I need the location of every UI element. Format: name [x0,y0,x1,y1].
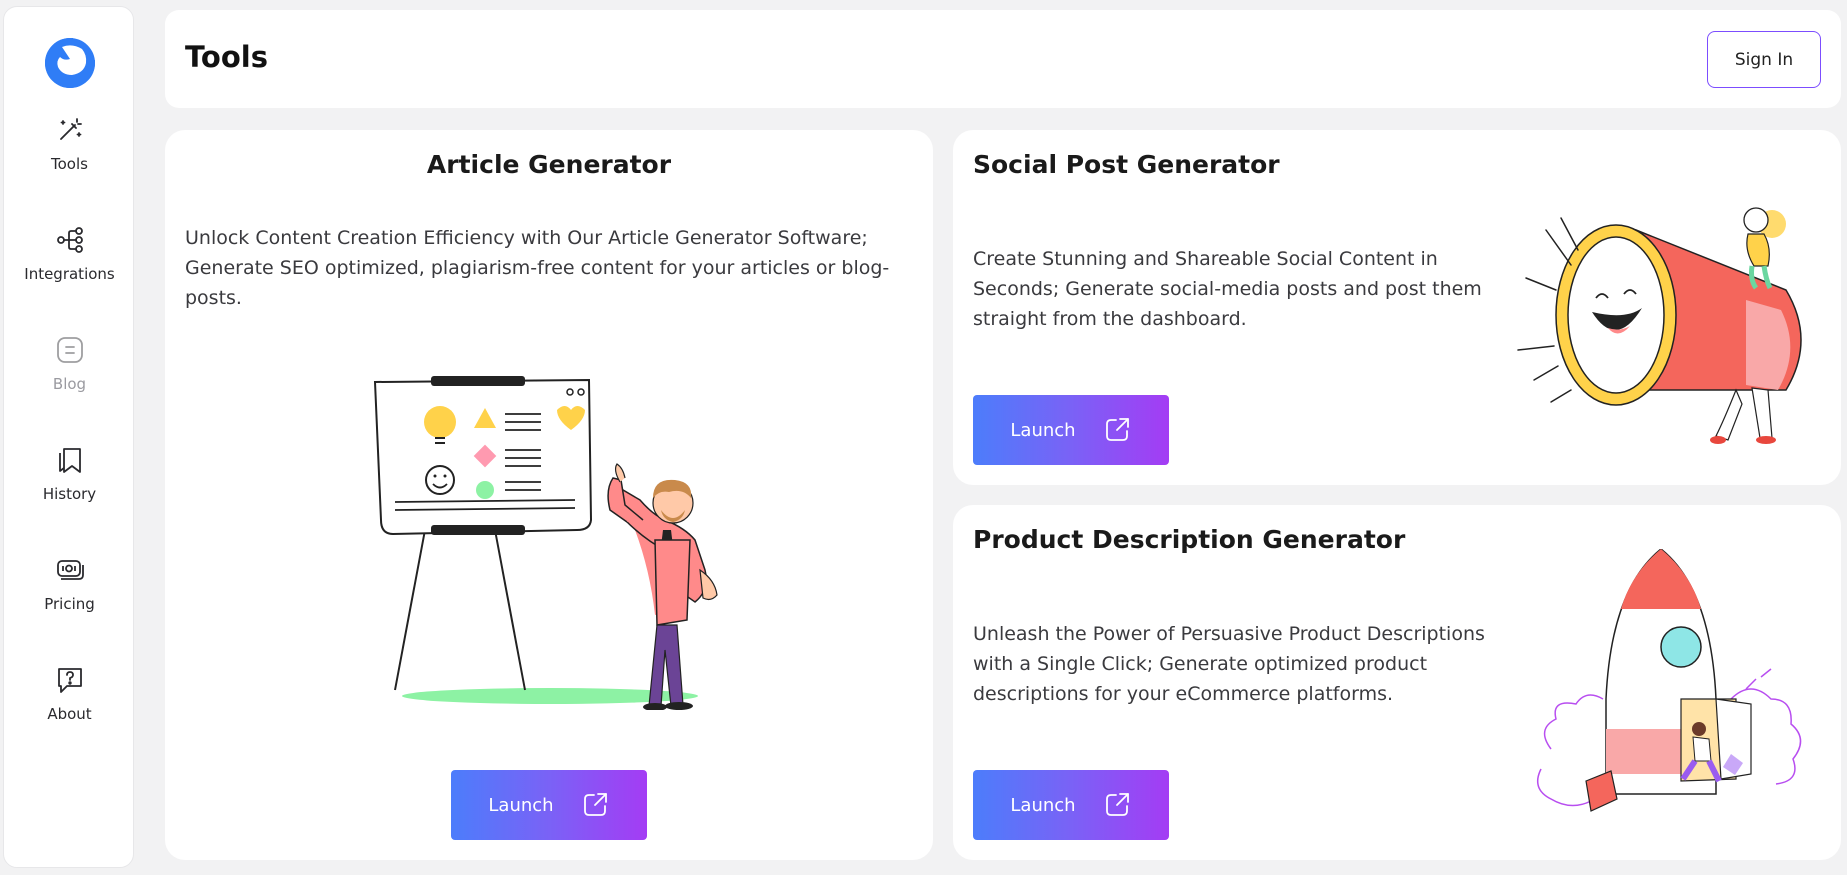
launch-button[interactable]: Launch [973,395,1169,465]
card-description: Unleash the Power of Persuasive Product … [973,623,1485,705]
sidebar-item-label: Blog [52,375,87,393]
sign-in-button[interactable]: Sign In [1707,31,1821,88]
sidebar-item-pricing[interactable]: Pricing [4,555,135,645]
card-description: Unlock Content Creation Efficiency with … [185,227,890,309]
article-generator-card: Article Generator Unlock Content Creatio… [165,130,933,860]
blog-icon [56,337,83,363]
social-post-generator-card: Social Post Generator Create Stunning an… [953,130,1841,485]
sidebar-item-history[interactable]: History [4,445,135,535]
header: Tools Sign In [165,10,1841,108]
sidebar-item-about[interactable]: About [4,665,135,755]
sidebar-item-label: Tools [51,155,88,173]
magic-wand-icon [59,118,82,140]
sidebar-item-label: Pricing [44,595,95,613]
sidebar-item-label: History [42,485,97,503]
launch-label: Launch [488,794,554,816]
about-icon [57,668,82,693]
launch-button[interactable]: Launch [973,770,1169,840]
launch-label: Launch [1010,794,1076,816]
product-description-generator-card: Product Description Generator Unleash th… [953,505,1841,860]
sidebar-item-label: About [47,705,92,723]
sidebar: Tools Integrations Blog History Pricing … [3,6,134,868]
external-link-icon [1105,793,1129,816]
launch-button[interactable]: Launch [451,770,647,840]
card-description: Create Stunning and Shareable Social Con… [973,248,1482,330]
rocket-illustration [1536,549,1802,812]
presenter-illustration [373,376,718,710]
card-title: Article Generator [426,150,672,179]
sidebar-item-integrations[interactable]: Integrations [4,225,135,315]
sidebar-item-label: Integrations [24,265,115,283]
sidebar-item-tools[interactable]: Tools [4,115,135,205]
launch-label: Launch [1010,419,1076,441]
megaphone-illustration [1517,207,1802,444]
sidebar-item-blog[interactable]: Blog [4,335,135,425]
card-title: Social Post Generator [973,150,1280,179]
integrations-icon [56,227,83,253]
logo-icon[interactable] [42,35,98,91]
pricing-icon [56,560,84,580]
card-title: Product Description Generator [973,525,1406,554]
page-title: Tools [185,40,268,74]
external-link-icon [583,793,607,816]
history-icon [58,448,81,473]
external-link-icon [1105,418,1129,441]
